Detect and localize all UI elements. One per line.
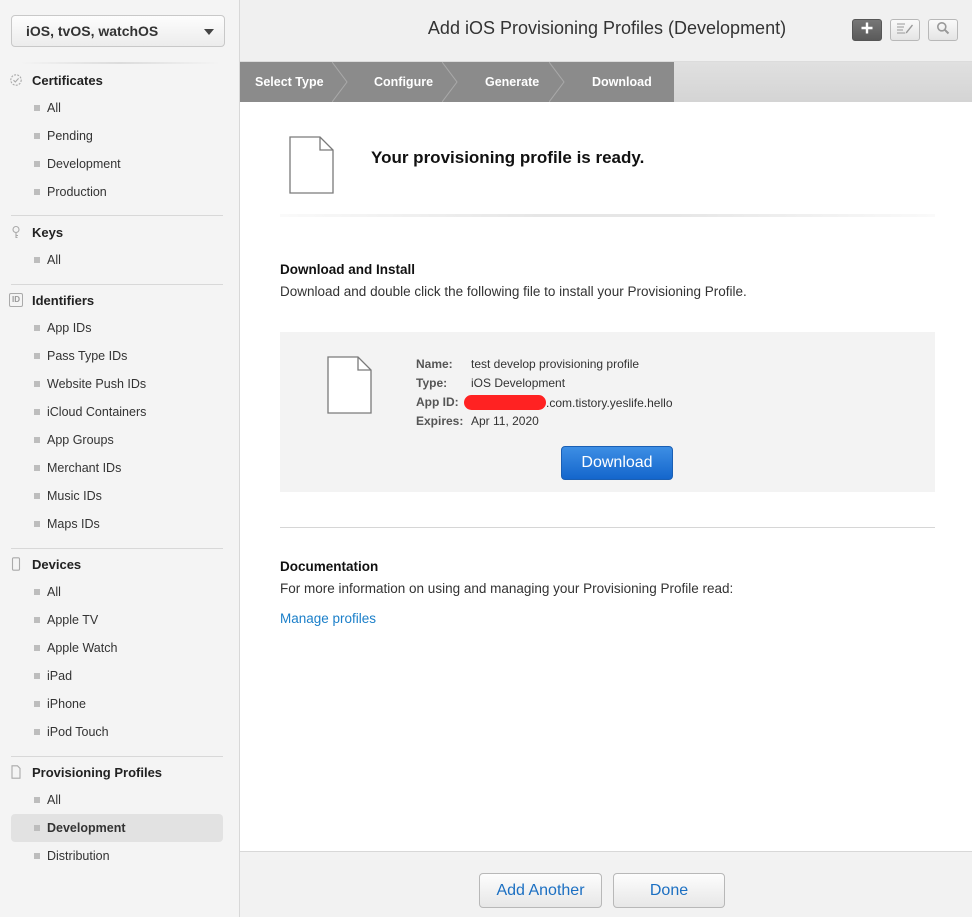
sidebar-item-website-push-ids[interactable]: Website Push IDs	[0, 370, 240, 398]
documentation-text: For more information on using and managi…	[280, 581, 734, 596]
document-icon	[327, 356, 372, 414]
download-button[interactable]: Download	[561, 446, 673, 480]
ready-message: Your provisioning profile is ready.	[371, 148, 645, 167]
section-divider	[280, 527, 935, 528]
step-chevron-icon	[549, 62, 565, 102]
profile-name: test develop provisioning profile	[471, 357, 640, 371]
sidebar-separator	[11, 548, 223, 549]
sidebar-separator	[11, 756, 223, 757]
profile-app-id: .com.tistory.yeslife.hello	[546, 396, 673, 410]
sidebar-section-devices: Devices All Apple TV Apple Watch iPad iP…	[0, 550, 240, 746]
documentation-heading: Documentation	[280, 559, 379, 574]
add-another-button[interactable]: Add Another	[479, 873, 602, 908]
done-button[interactable]: Done	[613, 873, 725, 908]
sidebar-item-keys-all[interactable]: All	[0, 246, 240, 274]
sidebar-separator	[11, 215, 223, 216]
sidebar-item-apple-tv[interactable]: Apple TV	[0, 606, 240, 634]
sidebar-section-keys: Keys All	[0, 218, 240, 274]
step-configure: Configure	[374, 75, 434, 89]
app-window: iOS, tvOS, watchOS Certificates All Pend…	[0, 0, 972, 917]
add-button[interactable]	[852, 19, 882, 41]
sidebar-item-devices-all[interactable]: All	[0, 578, 240, 606]
sidebar-section-identifiers: ID Identifiers App IDs Pass Type IDs Web…	[0, 286, 240, 538]
sidebar-header-identifiers: ID Identifiers	[0, 286, 240, 314]
sidebar-item-merchant-ids[interactable]: Merchant IDs	[0, 454, 240, 482]
manage-profiles-link[interactable]: Manage profiles	[280, 611, 376, 626]
sidebar-item-certificates-production[interactable]: Production	[0, 178, 240, 206]
main-content: Your provisioning profile is ready. Down…	[240, 102, 972, 851]
document-icon	[289, 136, 334, 194]
platform-select-value: iOS, tvOS, watchOS	[26, 23, 159, 39]
document-icon	[9, 765, 23, 779]
step-chevron-icon	[442, 62, 458, 102]
sidebar-item-certificates-pending[interactable]: Pending	[0, 122, 240, 150]
profile-name-row: Name: test develop provisioning profile	[416, 357, 673, 376]
step-download: Download	[592, 75, 652, 89]
phone-device-icon	[9, 557, 23, 571]
profile-expires: Apr 11, 2020	[471, 414, 539, 428]
search-button[interactable]	[928, 19, 958, 41]
add-icon	[860, 21, 874, 40]
profile-app-id-row: App ID: .com.tistory.yeslife.hello	[416, 395, 673, 410]
profile-card: Name: test develop provisioning profile …	[280, 332, 935, 492]
sidebar-divider	[20, 62, 220, 64]
sidebar-section-certificates: Certificates All Pending Development Pro…	[0, 66, 240, 206]
edit-button[interactable]	[890, 19, 920, 41]
sidebar-section-provisioning-profiles: Provisioning Profiles All Development Di…	[0, 758, 240, 870]
sidebar-separator	[11, 284, 223, 285]
sidebar-item-icloud-containers[interactable]: iCloud Containers	[0, 398, 240, 426]
id-icon: ID	[9, 293, 23, 307]
sidebar-header-devices: Devices	[0, 550, 240, 578]
certificate-badge-icon	[9, 73, 23, 87]
wizard-steps: Select Type Configure Generate Download	[240, 62, 972, 102]
sidebar-item-maps-ids[interactable]: Maps IDs	[0, 510, 240, 538]
sidebar-item-ipad[interactable]: iPad	[0, 662, 240, 690]
sidebar-item-profiles-development[interactable]: Development	[11, 814, 223, 842]
sidebar-item-iphone[interactable]: iPhone	[0, 690, 240, 718]
platform-select[interactable]: iOS, tvOS, watchOS	[11, 15, 225, 47]
sidebar-item-music-ids[interactable]: Music IDs	[0, 482, 240, 510]
sidebar: iOS, tvOS, watchOS Certificates All Pend…	[0, 0, 240, 917]
chevron-down-icon	[204, 29, 214, 35]
step-select-type: Select Type	[255, 75, 324, 89]
sidebar-item-ipod-touch[interactable]: iPod Touch	[0, 718, 240, 746]
sidebar-header-provisioning-profiles: Provisioning Profiles	[0, 758, 240, 786]
profile-details: Name: test develop provisioning profile …	[416, 357, 673, 433]
sidebar-item-app-ids[interactable]: App IDs	[0, 314, 240, 342]
sidebar-item-certificates-development[interactable]: Development	[0, 150, 240, 178]
sidebar-item-profiles-all[interactable]: All	[0, 786, 240, 814]
edit-icon	[896, 21, 914, 39]
profile-expires-row: Expires: Apr 11, 2020	[416, 414, 673, 433]
sidebar-header-keys: Keys	[0, 218, 240, 246]
search-icon	[936, 21, 950, 40]
footer-bar: Add Another Done	[240, 851, 972, 917]
page-header: Add iOS Provisioning Profiles (Developme…	[240, 0, 972, 62]
redaction-mark	[464, 395, 546, 410]
download-instructions: Download and double click the following …	[280, 284, 747, 299]
step-chevron-icon	[332, 62, 348, 102]
profile-type: iOS Development	[471, 376, 566, 390]
sidebar-item-certificates-all[interactable]: All	[0, 94, 240, 122]
sidebar-header-certificates: Certificates	[0, 66, 240, 94]
sidebar-item-profiles-distribution[interactable]: Distribution	[0, 842, 240, 870]
step-generate: Generate	[485, 75, 540, 89]
profile-type-row: Type: iOS Development	[416, 376, 673, 395]
sidebar-item-apple-watch[interactable]: Apple Watch	[0, 634, 240, 662]
key-icon	[9, 225, 23, 239]
section-divider	[280, 214, 935, 217]
sidebar-item-app-groups[interactable]: App Groups	[0, 426, 240, 454]
download-heading: Download and Install	[280, 262, 416, 277]
sidebar-item-pass-type-ids[interactable]: Pass Type IDs	[0, 342, 240, 370]
